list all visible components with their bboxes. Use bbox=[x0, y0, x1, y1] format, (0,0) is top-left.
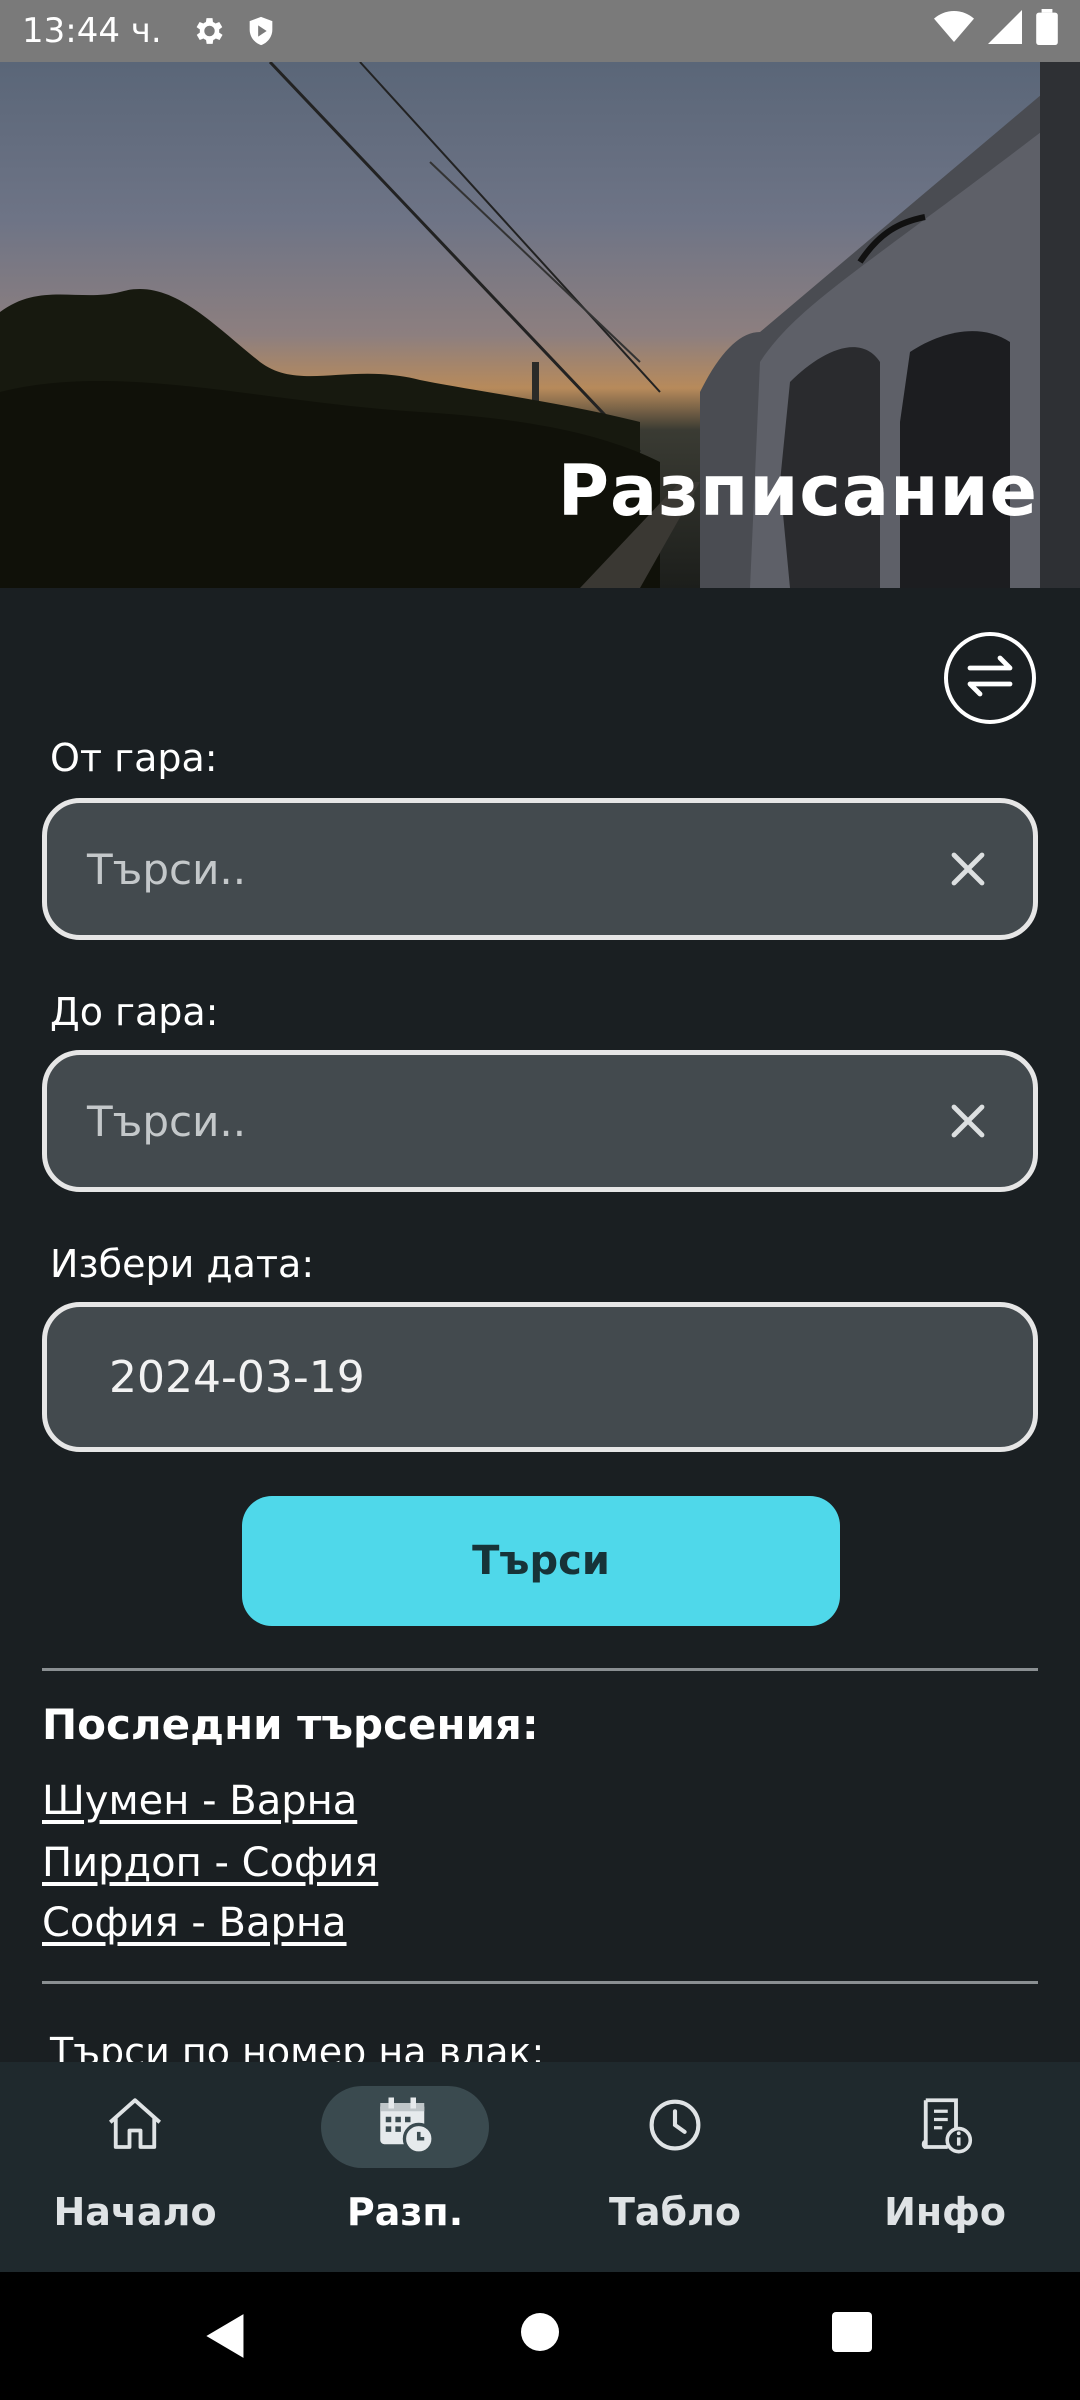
search-button[interactable]: Търси bbox=[242, 1496, 840, 1626]
info-book-icon bbox=[912, 2092, 978, 2162]
from-station-label: От гара: bbox=[50, 736, 218, 780]
date-label: Избери дата: bbox=[50, 1242, 315, 1286]
system-navigation-bar bbox=[0, 2272, 1080, 2400]
settings-icon bbox=[190, 13, 226, 49]
swap-arrows-icon bbox=[962, 654, 1018, 702]
from-station-field[interactable]: Търси.. bbox=[42, 798, 1038, 940]
status-bar: 13:44 ч. bbox=[0, 0, 1080, 62]
home-icon bbox=[102, 2092, 168, 2162]
clock-icon bbox=[642, 2092, 708, 2162]
nav-label-board: Табло bbox=[608, 2190, 742, 2234]
clear-from-icon[interactable] bbox=[943, 844, 993, 894]
nav-label-info: Инфо bbox=[884, 2190, 1006, 2234]
recent-search-link[interactable]: София - Варна bbox=[42, 1900, 347, 1946]
date-field[interactable]: 2024-03-19 bbox=[42, 1302, 1038, 1452]
bottom-navigation: Начало Разп. Табло Инфо bbox=[0, 2062, 1080, 2272]
recent-search-link[interactable]: Шумен - Варна bbox=[42, 1778, 357, 1824]
to-station-label: До гара: bbox=[50, 990, 219, 1034]
divider bbox=[42, 1981, 1038, 1984]
calendar-clock-icon bbox=[372, 2092, 438, 2162]
back-icon[interactable] bbox=[204, 2312, 248, 2360]
divider bbox=[42, 1668, 1038, 1671]
status-time: 13:44 ч. bbox=[22, 11, 162, 51]
nav-item-schedule[interactable]: Разп. bbox=[270, 2062, 540, 2272]
page-title: Разписание bbox=[557, 450, 1038, 532]
nav-item-board[interactable]: Табло bbox=[540, 2062, 810, 2272]
clear-to-icon[interactable] bbox=[943, 1096, 993, 1146]
signal-icon bbox=[988, 9, 1022, 53]
nav-label-home: Начало bbox=[53, 2190, 217, 2234]
swap-stations-button[interactable] bbox=[944, 632, 1036, 724]
battery-icon bbox=[1036, 8, 1058, 54]
recent-search-link[interactable]: Пирдоп - София bbox=[42, 1840, 378, 1886]
shield-icon bbox=[244, 13, 278, 49]
recents-square-icon[interactable] bbox=[832, 2312, 872, 2352]
home-circle-icon[interactable] bbox=[520, 2312, 560, 2352]
from-station-placeholder: Търси.. bbox=[87, 844, 247, 894]
nav-item-home[interactable]: Начало bbox=[0, 2062, 270, 2272]
date-value: 2024-03-19 bbox=[109, 1351, 365, 1403]
hero-banner: Разписание bbox=[0, 62, 1080, 588]
nav-label-schedule: Разп. bbox=[346, 2190, 464, 2234]
nav-item-info[interactable]: Инфо bbox=[810, 2062, 1080, 2272]
schedule-screen: 13:44 ч. Разписание От гара: Търси.. До … bbox=[0, 0, 1080, 2400]
to-station-field[interactable]: Търси.. bbox=[42, 1050, 1038, 1192]
recent-searches-title: Последни търсения: bbox=[42, 1700, 539, 1749]
to-station-placeholder: Търси.. bbox=[87, 1096, 247, 1146]
wifi-icon bbox=[934, 10, 974, 53]
